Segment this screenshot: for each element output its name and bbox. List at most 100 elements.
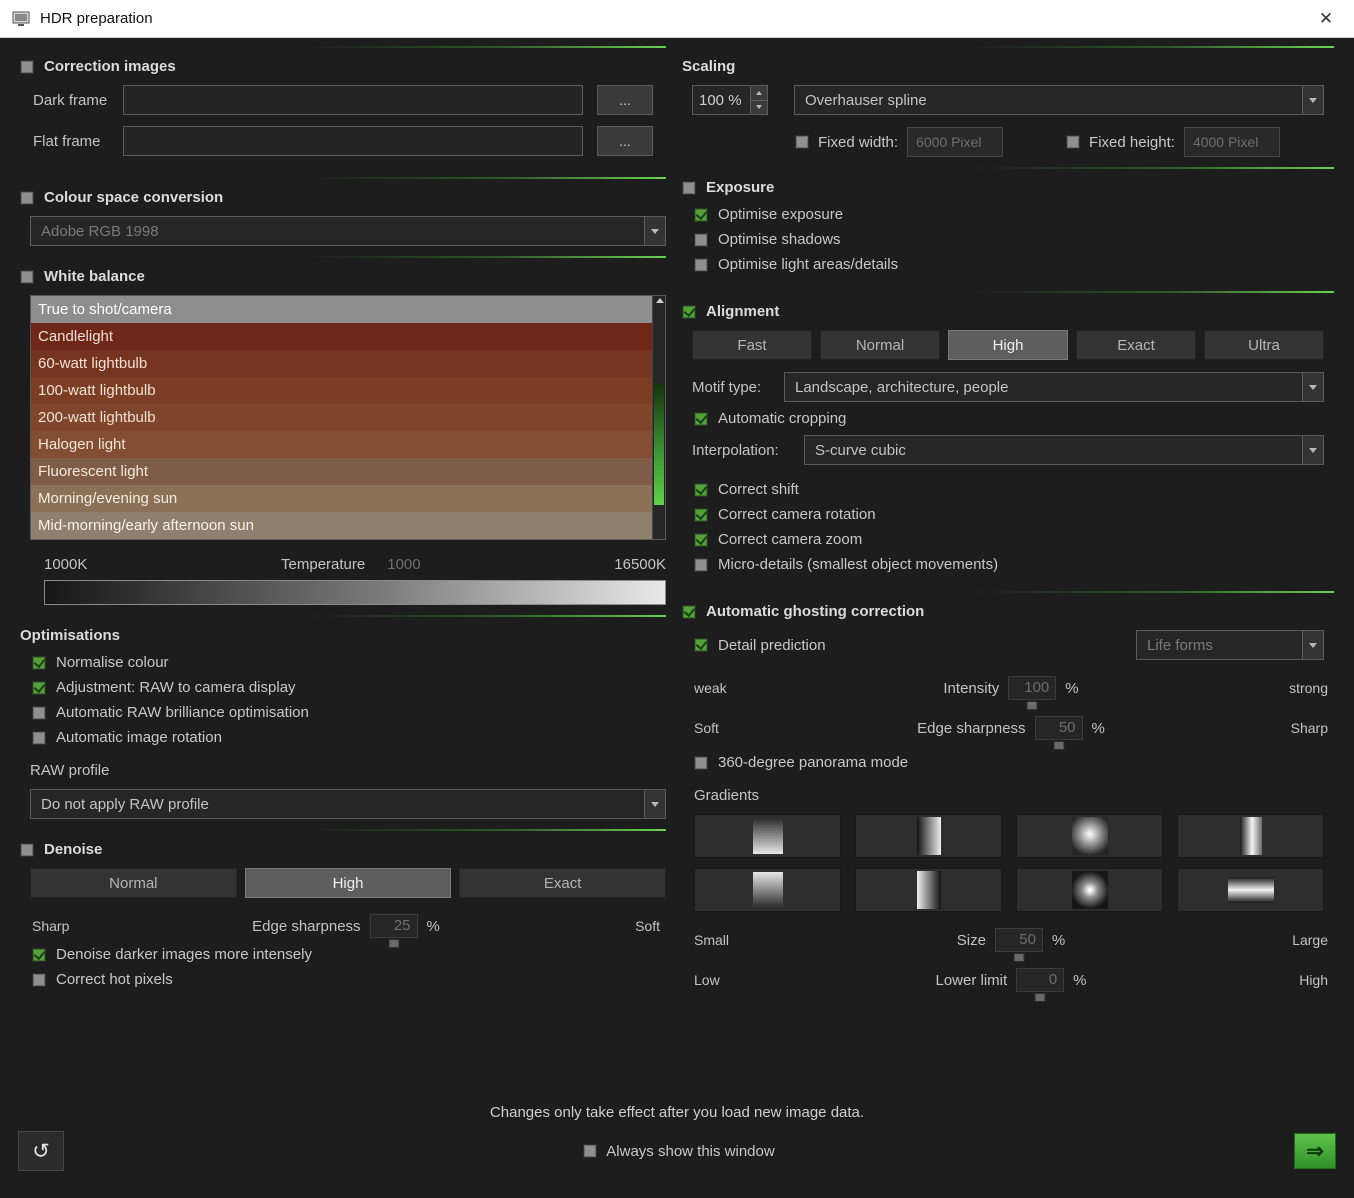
- checkbox-normalise-colour[interactable]: [32, 656, 46, 670]
- chevron-down-icon[interactable]: [1302, 631, 1323, 659]
- chevron-down-icon[interactable]: [1302, 86, 1323, 114]
- edge-sharpness-value[interactable]: 25: [370, 914, 418, 938]
- checkbox-fixed-height[interactable]: [1066, 135, 1080, 149]
- vertical-stripe-gradient-tile[interactable]: [1177, 814, 1324, 858]
- chevron-down-icon[interactable]: [1302, 436, 1323, 464]
- raw-profile-value: Do not apply RAW profile: [31, 790, 644, 818]
- fixed-height-input[interactable]: [1184, 127, 1280, 157]
- scale-percent-spinner[interactable]: 100 %: [692, 85, 768, 115]
- percent-label: %: [1065, 680, 1078, 697]
- temperature-value: 1000: [387, 556, 420, 573]
- alignment-mode-ultra[interactable]: Ultra: [1204, 330, 1324, 360]
- interpolation-select[interactable]: S-curve cubic: [804, 435, 1324, 465]
- denoise-option-row: Correct hot pixels: [32, 971, 666, 988]
- alignment-mode-high[interactable]: High: [948, 330, 1068, 360]
- checkbox-alignment[interactable]: [682, 305, 696, 319]
- always-show-label: Always show this window: [606, 1143, 774, 1160]
- radial-gradient-strong-tile[interactable]: [1016, 868, 1163, 912]
- radial-gradient-tile[interactable]: [1016, 814, 1163, 858]
- vertical-gradient-tile[interactable]: [694, 814, 841, 858]
- raw-profile-select[interactable]: Do not apply RAW profile: [30, 789, 666, 819]
- white-balance-option[interactable]: Candlelight: [31, 323, 665, 350]
- spinner-up-icon[interactable]: [751, 86, 767, 101]
- checkbox-correct-shift[interactable]: [694, 483, 708, 497]
- checkbox-detail-prediction[interactable]: [694, 638, 708, 652]
- white-balance-option[interactable]: 60-watt lightbulb: [31, 350, 665, 377]
- scroll-up-icon[interactable]: [656, 298, 664, 303]
- checkbox-fixed-width[interactable]: [795, 135, 809, 149]
- dark-frame-input[interactable]: [123, 85, 583, 115]
- percent-label: %: [1052, 932, 1065, 949]
- flat-frame-browse-button[interactable]: ...: [597, 126, 653, 156]
- temperature-gradient-slider[interactable]: [44, 580, 666, 605]
- horizontal-gradient-bar-inverted-tile[interactable]: [855, 868, 1002, 912]
- scrollbar-thumb[interactable]: [654, 383, 664, 505]
- checkbox-raw-brilliance[interactable]: [32, 706, 46, 720]
- white-balance-option[interactable]: Fluorescent light: [31, 458, 665, 485]
- lower-limit-value[interactable]: 0: [1016, 968, 1064, 992]
- colour-space-select[interactable]: Adobe RGB 1998: [30, 216, 666, 246]
- alignment-mode-fast[interactable]: Fast: [692, 330, 812, 360]
- checkbox-panorama-mode[interactable]: [694, 756, 708, 770]
- optimisation-row: Adjustment: RAW to camera display: [32, 679, 666, 696]
- checkbox-correct-camera-zoom[interactable]: [694, 533, 708, 547]
- checkbox-always-show-window[interactable]: [583, 1144, 597, 1158]
- horizontal-stripe-gradient-tile[interactable]: [1177, 868, 1324, 912]
- motif-type-select[interactable]: Landscape, architecture, people: [784, 372, 1324, 402]
- checkbox-label: Correct shift: [718, 481, 799, 498]
- checkbox-optimise-shadows[interactable]: [694, 233, 708, 247]
- undo-button[interactable]: ↺: [18, 1131, 64, 1171]
- checkbox-denoise[interactable]: [20, 843, 34, 857]
- checkbox-label: Optimise shadows: [718, 231, 841, 248]
- checkbox-adjustment-raw[interactable]: [32, 681, 46, 695]
- alignment-mode-normal[interactable]: Normal: [820, 330, 940, 360]
- fixed-width-input[interactable]: [907, 127, 1003, 157]
- checkbox-ghosting-correction[interactable]: [682, 605, 696, 619]
- size-slider: Small Size 50 % Large: [694, 928, 1328, 952]
- horizontal-gradient-bar-tile[interactable]: [855, 814, 1002, 858]
- white-balance-option[interactable]: Mid-morning/early afternoon sun: [31, 512, 665, 539]
- checkbox-hot-pixels[interactable]: [32, 973, 46, 987]
- chevron-down-icon[interactable]: [644, 217, 665, 245]
- bottom-bar: ↺ Always show this window ⇒: [0, 1123, 1354, 1171]
- checkbox-automatic-cropping[interactable]: [694, 412, 708, 426]
- white-balance-option[interactable]: Morning/evening sun: [31, 485, 665, 512]
- temperature-label: Temperature: [281, 556, 365, 573]
- checkbox-correct-camera-rotation[interactable]: [694, 508, 708, 522]
- checkbox-denoise-darker[interactable]: [32, 948, 46, 962]
- checkbox-exposure[interactable]: [682, 181, 696, 195]
- dark-frame-browse-button[interactable]: ...: [597, 85, 653, 115]
- checkbox-correction-images[interactable]: [20, 60, 34, 74]
- vertical-gradient-inverted-tile[interactable]: [694, 868, 841, 912]
- scaling-method-select[interactable]: Overhauser spline: [794, 85, 1324, 115]
- edge-sharpness-value[interactable]: 50: [1035, 716, 1083, 740]
- checkbox-white-balance[interactable]: [20, 270, 34, 284]
- white-balance-scrollbar[interactable]: [652, 296, 665, 539]
- chevron-down-icon[interactable]: [644, 790, 665, 818]
- chevron-down-icon[interactable]: [1302, 373, 1323, 401]
- white-balance-option[interactable]: 100-watt lightbulb: [31, 377, 665, 404]
- checkbox-image-rotation[interactable]: [32, 731, 46, 745]
- spinner-down-icon[interactable]: [751, 101, 767, 115]
- dark-frame-row: Dark frame ...: [33, 85, 666, 115]
- next-button[interactable]: ⇒: [1294, 1133, 1336, 1169]
- denoise-mode-exact[interactable]: Exact: [459, 868, 666, 898]
- white-balance-option[interactable]: Halogen light: [31, 431, 665, 458]
- checkbox-optimise-light-areas[interactable]: [694, 258, 708, 272]
- alignment-mode-exact[interactable]: Exact: [1076, 330, 1196, 360]
- checkbox-micro-details[interactable]: [694, 558, 708, 572]
- raw-profile-label: RAW profile: [30, 762, 666, 779]
- intensity-value[interactable]: 100: [1008, 676, 1056, 700]
- denoise-mode-normal[interactable]: Normal: [30, 868, 237, 898]
- flat-frame-input[interactable]: [123, 126, 583, 156]
- checkbox-optimise-exposure[interactable]: [694, 208, 708, 222]
- white-balance-option[interactable]: 200-watt lightbulb: [31, 404, 665, 431]
- denoise-mode-high[interactable]: High: [245, 868, 452, 898]
- section-scaling: Scaling 100 % Overhauser spline Fixed wi: [680, 46, 1334, 167]
- detail-mode-select[interactable]: Life forms: [1136, 630, 1324, 660]
- size-value[interactable]: 50: [995, 928, 1043, 952]
- white-balance-option[interactable]: True to shot/camera: [31, 296, 665, 323]
- optimisation-row: Normalise colour: [32, 654, 666, 671]
- checkbox-colour-space-conversion[interactable]: [20, 191, 34, 205]
- close-icon[interactable]: ✕: [1310, 9, 1342, 29]
